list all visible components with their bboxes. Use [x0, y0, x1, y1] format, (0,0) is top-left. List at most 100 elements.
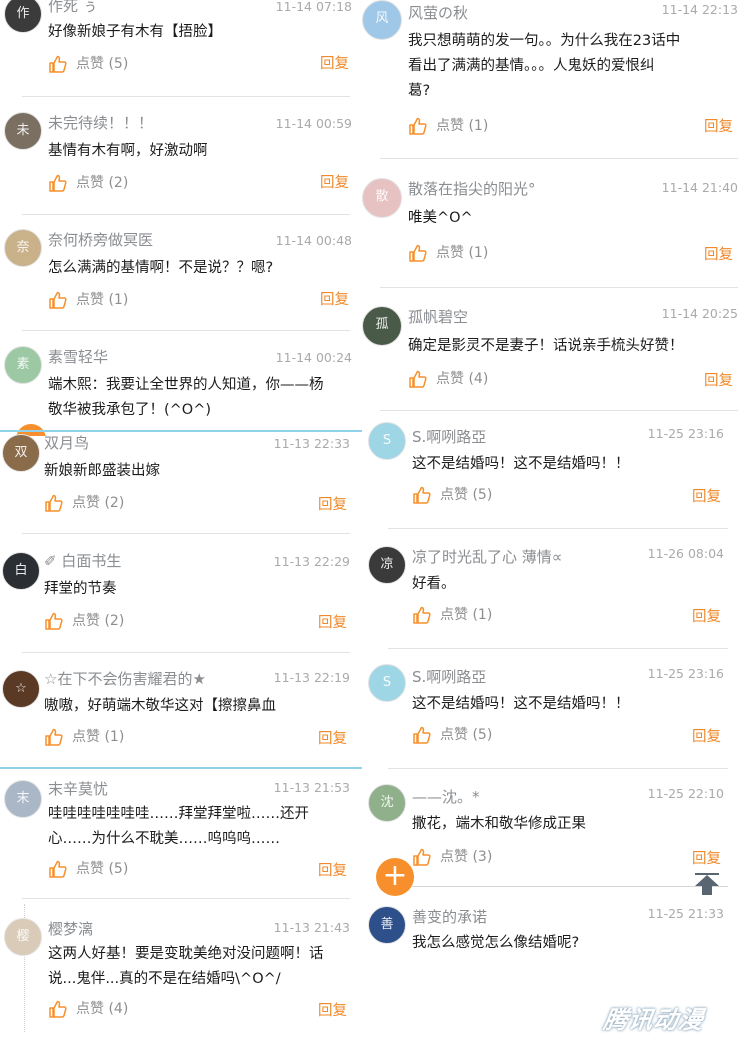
like-count: (5) — [472, 727, 493, 743]
avatar-initial: 樱 — [16, 929, 30, 944]
reply-button[interactable]: 回复 — [318, 860, 347, 882]
avatar-initial: 双 — [14, 445, 28, 460]
avatar-initial: 末 — [16, 791, 30, 806]
comment-text: 端木熙：我要让全世界的人知道，你——杨 敬华被我承包了！(^O^) — [48, 377, 324, 418]
reply-button[interactable]: 回复 — [318, 494, 347, 516]
avatar[interactable]: 孤 — [362, 306, 402, 346]
username[interactable]: 善变的承诺 — [412, 908, 487, 926]
comment-item: 善 善变的承诺 11-25 21:33 我怎么感觉怎么像结婚呢? — [360, 898, 744, 978]
username[interactable]: ✐ 白面书生 — [44, 552, 121, 570]
timestamp: 11-13 22:19 — [273, 670, 350, 685]
reply-button[interactable]: 回复 — [320, 172, 349, 194]
like-label: 点赞 — [436, 371, 464, 387]
thumbs-up-icon — [49, 174, 67, 192]
reply-button[interactable]: 回复 — [704, 244, 733, 266]
scroll-to-top-icon[interactable] — [692, 872, 722, 898]
avatar[interactable]: 奈 — [4, 229, 42, 267]
comment-item: 作 作死 ぅ 11-14 07:18 好像新娘子有木有【捂脸】 点赞 (5) 回… — [0, 0, 362, 95]
username[interactable]: ——沈。* — [412, 788, 480, 806]
divider — [22, 652, 350, 653]
reply-button[interactable]: 回复 — [318, 1000, 347, 1022]
reply-button[interactable]: 回复 — [692, 848, 721, 870]
watermark-logo: 腾讯动漫 — [601, 1006, 706, 1034]
avatar-initial: 素 — [16, 357, 30, 372]
avatar[interactable]: 沈 — [368, 784, 406, 822]
comment-item: 孤 孤帆碧空 11-14 20:25 确定是影灵不是妻子！话说亲手梳头好赞！ 点… — [360, 300, 744, 410]
comment-text: 这不是结婚吗！这不是结婚吗！！ — [412, 456, 630, 472]
comment-item: 风 风萤の秋 11-14 22:13 我只想萌萌的发一句。。为什么我在23话中 … — [360, 0, 744, 150]
divider — [380, 158, 738, 159]
username[interactable]: S.啊咧路亞 — [412, 668, 486, 686]
add-comment-button[interactable]: + — [376, 858, 414, 896]
thumbs-up-icon — [409, 117, 427, 135]
timestamp: 11-14 07:18 — [275, 0, 352, 14]
thumbs-up-icon — [45, 612, 63, 630]
comment-text: 嗷嗷，好萌端木敬华这对【擦擦鼻血 — [44, 698, 276, 714]
username[interactable]: ☆在下不会伤害耀君的★ — [44, 670, 206, 688]
username[interactable]: 风萤の秋 — [408, 4, 468, 22]
timestamp: 11-25 22:10 — [647, 786, 724, 801]
avatar[interactable]: 末 — [4, 780, 42, 818]
comment-item: S S.啊咧路亞 11-25 23:16 这不是结婚吗！这不是结婚吗！！ 点赞 … — [360, 420, 744, 530]
comment-text: 好像新娘子有木有【捂脸】 — [48, 24, 222, 40]
username[interactable]: 双月鸟 — [44, 434, 89, 452]
comment-item: 末 末辛莫忧 11-13 21:53 哇哇哇哇哇哇哇……拜堂拜堂啦……还开 心…… — [0, 770, 362, 900]
like-count: (1) — [472, 607, 493, 623]
comment-text: 好看。 — [412, 576, 456, 592]
reply-button[interactable]: 回复 — [692, 726, 721, 748]
avatar[interactable]: S — [368, 422, 406, 460]
like-label: 点赞 — [76, 861, 104, 877]
avatar[interactable]: 未 — [4, 112, 42, 150]
like-count: (1) — [104, 729, 125, 745]
like-label: 点赞 — [440, 727, 468, 743]
username[interactable]: 樱梦漓 — [48, 920, 93, 938]
reply-button[interactable]: 回复 — [704, 370, 733, 392]
thumbs-up-icon — [45, 494, 63, 512]
avatar[interactable]: 作 — [4, 0, 42, 33]
reply-button[interactable]: 回复 — [318, 728, 347, 750]
avatar[interactable]: ☆ — [2, 670, 40, 708]
avatar[interactable]: 素 — [4, 346, 42, 384]
like-count: (1) — [468, 245, 489, 261]
timestamp: 11-14 21:40 — [661, 180, 738, 195]
avatar[interactable]: 散 — [362, 178, 402, 218]
avatar[interactable]: S — [368, 664, 406, 702]
avatar[interactable]: 凉 — [368, 546, 406, 584]
thumbs-up-icon — [49, 1000, 67, 1018]
username[interactable]: 素雪轻华 — [48, 348, 108, 366]
like-label: 点赞 — [72, 495, 100, 511]
comment-text: 唯美^O^ — [408, 210, 473, 226]
thumbs-up-icon — [409, 370, 427, 388]
reply-button[interactable]: 回复 — [704, 116, 733, 138]
timestamp: 11-14 20:25 — [661, 306, 738, 321]
username[interactable]: 末辛莫忧 — [48, 780, 108, 798]
avatar[interactable]: 风 — [362, 0, 402, 40]
reply-button[interactable]: 回复 — [320, 53, 349, 75]
username[interactable]: S.啊咧路亞 — [412, 428, 486, 446]
timestamp: 11-14 00:24 — [275, 350, 352, 365]
username[interactable]: 散落在指尖的阳光° — [408, 180, 536, 198]
reply-button[interactable]: 回复 — [320, 289, 349, 311]
reply-button[interactable]: 回复 — [318, 612, 347, 634]
username[interactable]: 凉了时光乱了心 薄情∝ — [412, 548, 562, 566]
avatar[interactable]: 白 — [2, 552, 40, 590]
avatar[interactable]: 樱 — [4, 918, 42, 956]
username[interactable]: 作死 ぅ — [48, 0, 98, 15]
username[interactable]: 孤帆碧空 — [408, 308, 468, 326]
comment-text: 基情有木有啊，好激动啊 — [48, 143, 208, 159]
username[interactable]: 未完待续！！！ — [48, 114, 153, 132]
avatar[interactable]: 善 — [368, 906, 406, 944]
like-label: 点赞 — [440, 607, 468, 623]
right-comment-column: 风 风萤の秋 11-14 22:13 我只想萌萌的发一句。。为什么我在23话中 … — [360, 0, 744, 1052]
comment-item: S S.啊咧路亞 11-25 23:16 这不是结婚吗！这不是结婚吗！！ 点赞 … — [360, 660, 744, 770]
thumbs-up-icon — [49, 55, 67, 73]
timestamp: 11-14 00:48 — [275, 233, 352, 248]
comment-item: 白 ✐ 白面书生 11-13 22:29 拜堂的节奏 点赞 (2) 回复 — [0, 542, 362, 652]
username[interactable]: 奈何桥旁做冥医 — [48, 231, 153, 249]
avatar[interactable]: 双 — [2, 434, 40, 472]
reply-button[interactable]: 回复 — [692, 486, 721, 508]
divider — [412, 886, 728, 887]
avatar-initial: 白 — [14, 563, 28, 578]
reply-button[interactable]: 回复 — [692, 606, 721, 628]
avatar-initial: 善 — [380, 917, 394, 932]
